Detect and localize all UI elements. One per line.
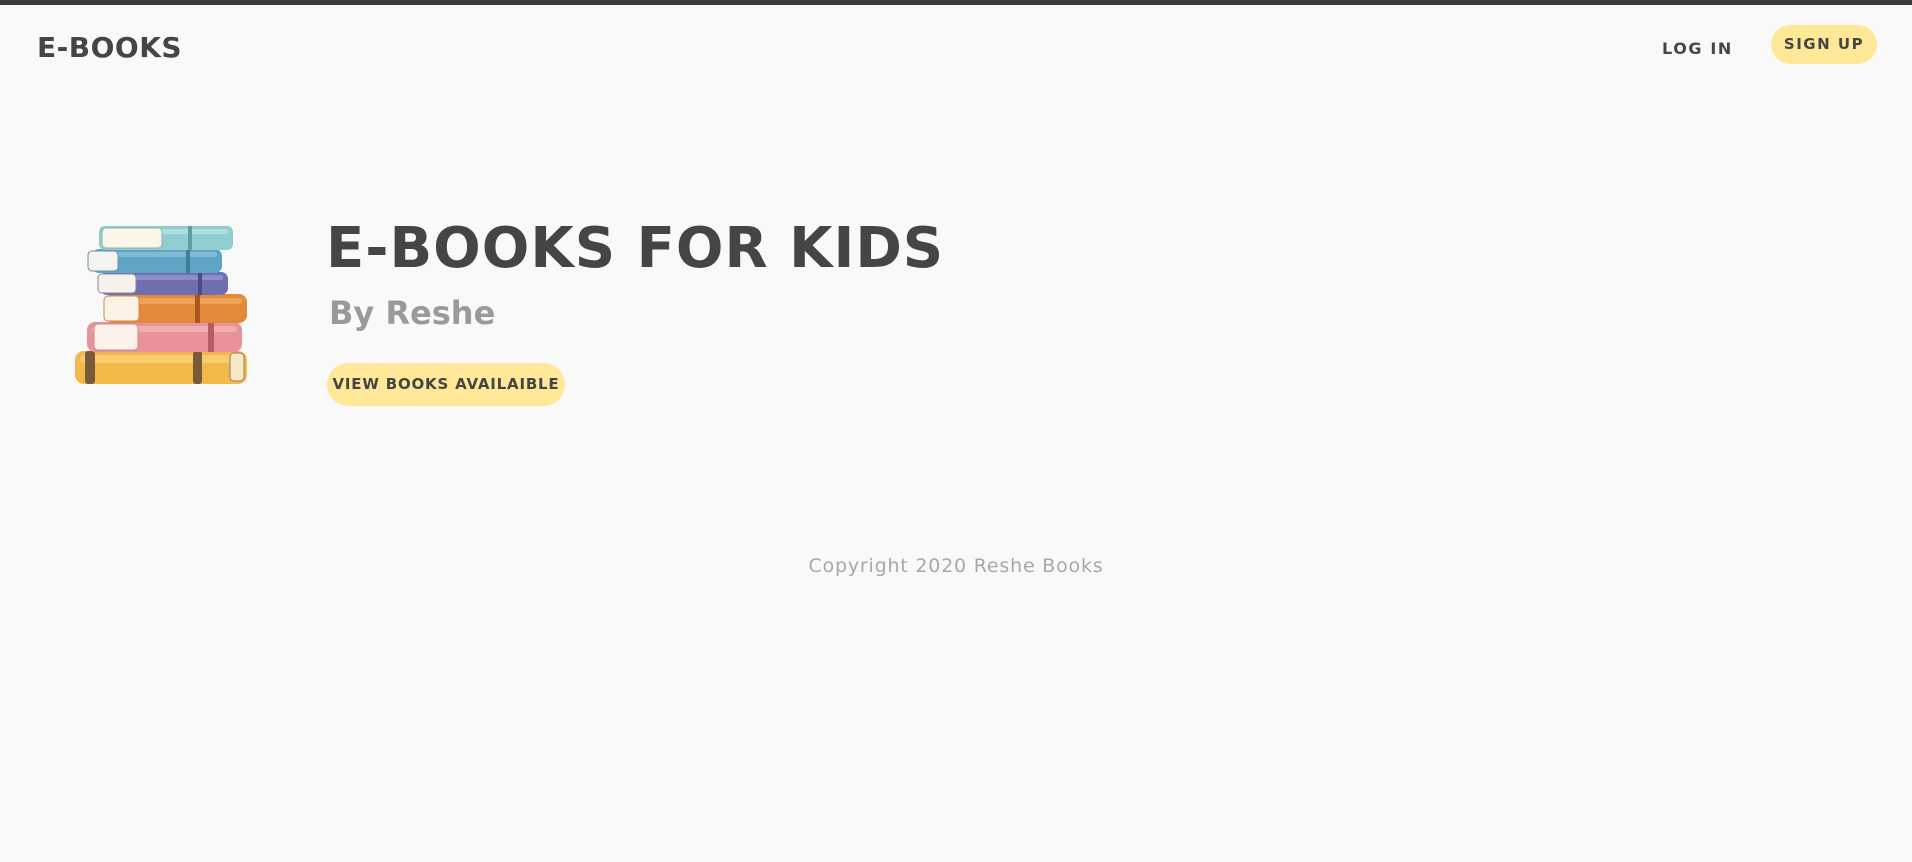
author-subtitle: By Reshe	[329, 294, 496, 332]
books-stack-icon	[70, 220, 256, 396]
login-link[interactable]: LOG IN	[1662, 31, 1733, 67]
view-books-button[interactable]: VIEW BOOKS AVAILAIBLE	[327, 363, 565, 406]
signup-button[interactable]: SIGN UP	[1771, 25, 1877, 64]
page-title: E-BOOKS FOR KIDS	[326, 216, 945, 281]
brand-logo-text[interactable]: E-BOOKS	[37, 30, 182, 66]
footer-copyright: Copyright 2020 Reshe Books	[808, 555, 1104, 577]
navbar: E-BOOKS LOG IN SIGN UP	[0, 5, 1912, 85]
